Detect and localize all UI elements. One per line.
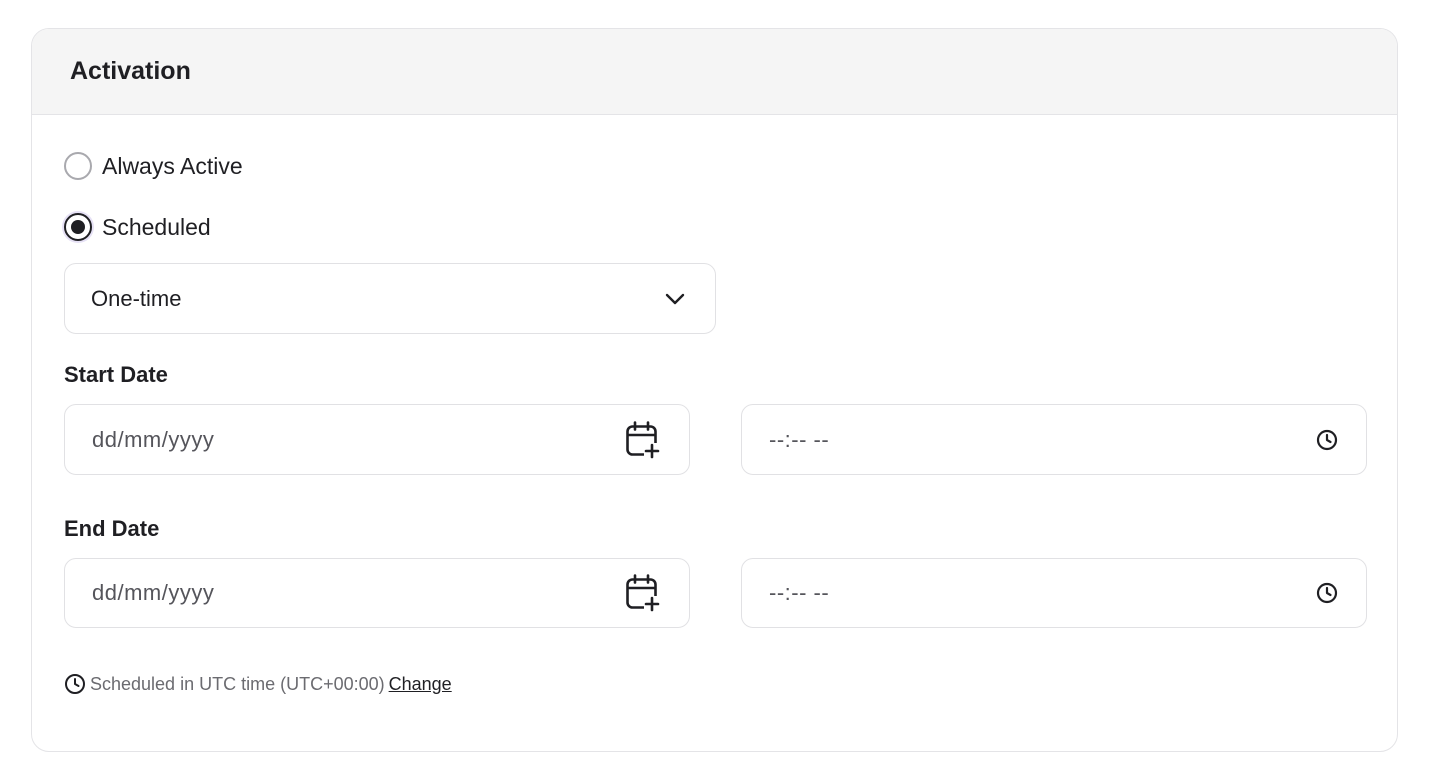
end-time-input[interactable]: --:-- -- [741, 558, 1367, 628]
activation-card: Activation [31, 28, 1398, 752]
start-time-placeholder: --:-- -- [769, 426, 830, 452]
chevron-down-icon [665, 293, 685, 305]
start-date-input[interactable]: dd/mm/yyyy [64, 404, 690, 475]
clock-icon [64, 673, 86, 695]
end-date-placeholder: dd/mm/yyyy [92, 580, 215, 605]
calendar-plus-icon[interactable] [625, 574, 661, 612]
end-time-placeholder: --:-- -- [769, 580, 830, 605]
radio-scheduled[interactable]: Scheduled [64, 213, 211, 241]
clock-icon[interactable] [1316, 582, 1338, 604]
change-timezone-link[interactable]: Change [389, 674, 452, 695]
start-date-label: Start Date [64, 362, 168, 387]
radio-always-active[interactable]: Always Active [64, 152, 243, 180]
end-date-label: End Date [64, 516, 160, 541]
timezone-note: Scheduled in UTC time (UTC+00:00) Change [64, 673, 452, 695]
schedule-type-select[interactable]: One-time [64, 263, 716, 334]
start-time-input[interactable]: --:-- -- [741, 404, 1367, 475]
end-date-input[interactable]: dd/mm/yyyy [64, 558, 690, 628]
start-date-placeholder: dd/mm/yyyy [92, 426, 215, 452]
card-title: Activation [70, 57, 191, 85]
radio-scheduled-label: Scheduled [102, 213, 211, 240]
schedule-type-value: One-time [91, 285, 182, 311]
radio-always-active-control[interactable] [64, 152, 92, 180]
radio-always-active-label: Always Active [102, 152, 243, 179]
calendar-plus-icon[interactable] [625, 420, 661, 459]
radio-scheduled-control[interactable] [64, 213, 92, 241]
clock-icon[interactable] [1316, 429, 1338, 451]
card-header: Activation [32, 29, 1397, 115]
timezone-text: Scheduled in UTC time (UTC+00:00) [90, 673, 385, 694]
